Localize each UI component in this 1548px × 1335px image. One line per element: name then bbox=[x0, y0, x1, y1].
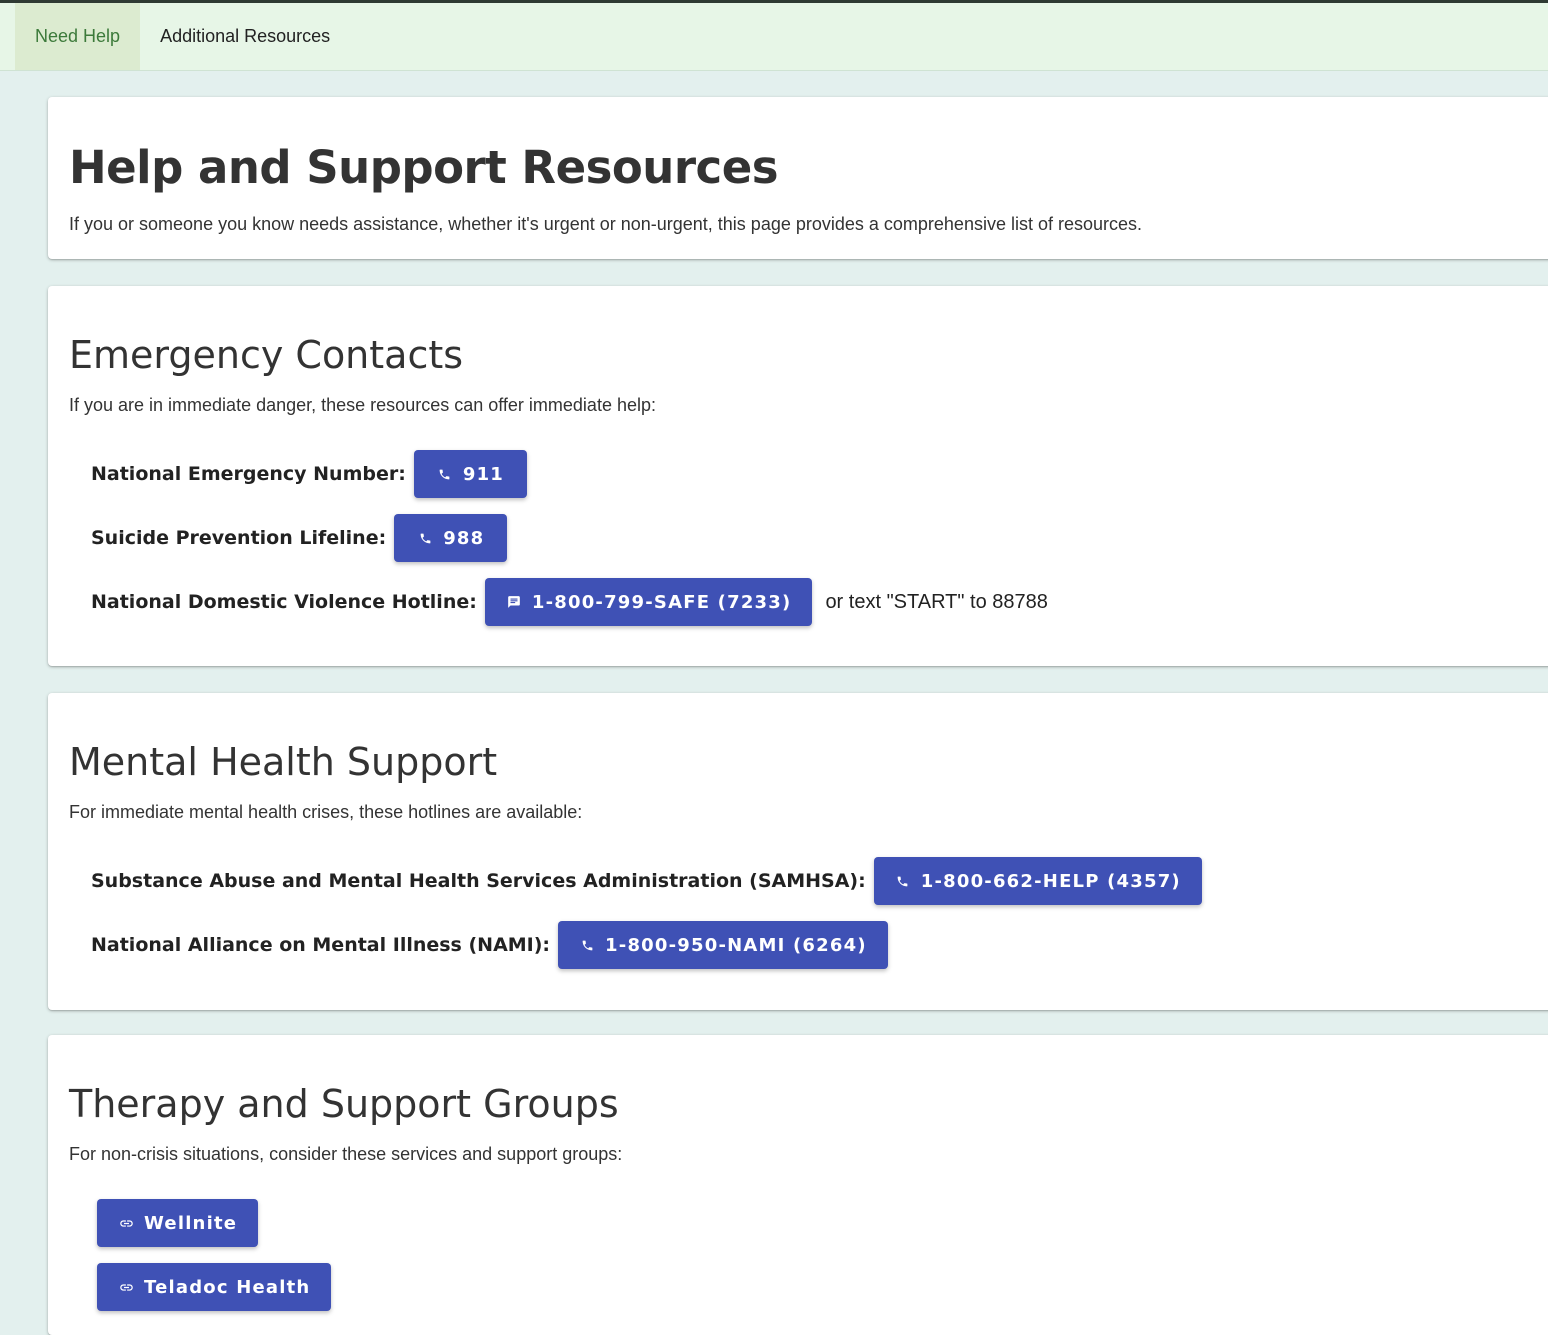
mental-health-row: National Alliance on Mental Illness (NAM… bbox=[91, 921, 888, 969]
therapy-link-row: Wellnite bbox=[97, 1199, 259, 1247]
link-icon bbox=[118, 1279, 134, 1295]
mental-health-title: Mental Health Support bbox=[69, 740, 498, 784]
emergency-row: National Emergency Number: 911 bbox=[91, 450, 528, 498]
call-911-label: 911 bbox=[462, 463, 505, 485]
suicide-lifeline-label: Suicide Prevention Lifeline: bbox=[91, 527, 387, 549]
emergency-row: National Domestic Violence Hotline: 1-80… bbox=[91, 578, 1048, 626]
therapy-description: For non-crisis situations, consider thes… bbox=[69, 1144, 623, 1164]
top-nav: Need Help Additional Resources bbox=[0, 0, 1548, 71]
domestic-violence-hotline-label: 1-800-799-SAFE (7233) bbox=[531, 591, 792, 613]
call-988-label: 988 bbox=[443, 527, 485, 549]
phone-icon bbox=[437, 466, 453, 482]
wellnite-link-button[interactable]: Wellnite bbox=[97, 1199, 259, 1247]
mental-health-description: For immediate mental health crises, thes… bbox=[69, 802, 583, 822]
tab-need-help[interactable]: Need Help bbox=[15, 3, 141, 70]
phone-icon bbox=[579, 937, 595, 953]
emergency-card: Emergency Contacts If you are in immedia… bbox=[48, 286, 1548, 666]
intro-card: Help and Support Resources If you or som… bbox=[48, 97, 1548, 259]
teladoc-link-label: Teladoc Health bbox=[144, 1276, 311, 1298]
phone-icon bbox=[417, 530, 433, 546]
therapy-card: Therapy and Support Groups For non-crisi… bbox=[48, 1035, 1548, 1335]
mental-health-row: Substance Abuse and Mental Health Servic… bbox=[91, 857, 1202, 905]
emergency-description: If you are in immediate danger, these re… bbox=[69, 395, 656, 415]
intro-description: If you or someone you know needs assista… bbox=[69, 214, 1143, 234]
emergency-number-label: National Emergency Number: bbox=[91, 463, 406, 485]
therapy-title: Therapy and Support Groups bbox=[69, 1082, 619, 1126]
call-911-button[interactable]: 911 bbox=[413, 450, 528, 498]
mental-health-card: Mental Health Support For immediate ment… bbox=[48, 693, 1548, 1010]
samhsa-label: Substance Abuse and Mental Health Servic… bbox=[91, 870, 866, 892]
message-icon bbox=[506, 594, 522, 610]
emergency-title: Emergency Contacts bbox=[69, 333, 464, 377]
tab-additional-resources[interactable]: Additional Resources bbox=[140, 3, 350, 70]
page-title: Help and Support Resources bbox=[69, 141, 779, 194]
emergency-row: Suicide Prevention Lifeline: 988 bbox=[91, 514, 508, 562]
domestic-violence-hotline-button[interactable]: 1-800-799-SAFE (7233) bbox=[484, 578, 813, 626]
domestic-violence-label: National Domestic Violence Hotline: bbox=[91, 591, 477, 613]
phone-icon bbox=[895, 873, 911, 889]
nami-label: National Alliance on Mental Illness (NAM… bbox=[91, 934, 551, 956]
wellnite-link-label: Wellnite bbox=[144, 1212, 238, 1234]
call-988-button[interactable]: 988 bbox=[394, 514, 508, 562]
link-icon bbox=[118, 1215, 134, 1231]
nami-hotline-label: 1-800-950-NAMI (6264) bbox=[605, 934, 867, 956]
samhsa-hotline-button[interactable]: 1-800-662-HELP (4357) bbox=[873, 857, 1202, 905]
nami-hotline-button[interactable]: 1-800-950-NAMI (6264) bbox=[558, 921, 888, 969]
samhsa-hotline-label: 1-800-662-HELP (4357) bbox=[920, 870, 1181, 892]
text-start-instruction: or text "START" to 88788 bbox=[825, 590, 1048, 613]
